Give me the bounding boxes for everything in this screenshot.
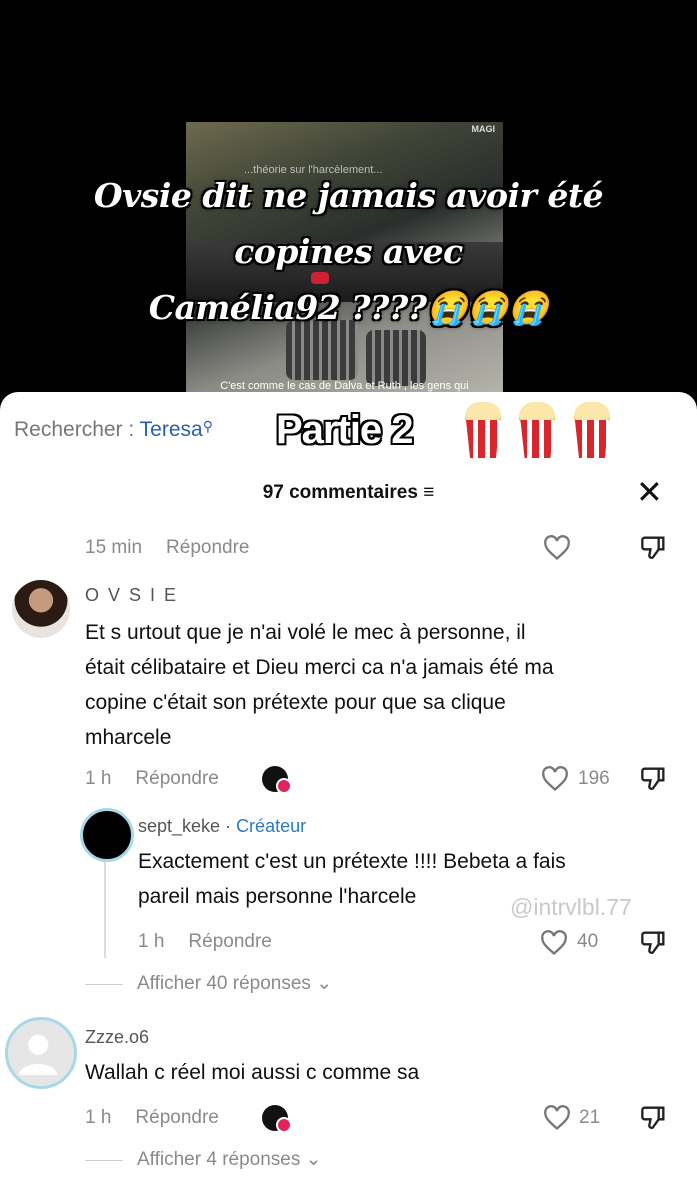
divider: [85, 1160, 123, 1161]
close-icon[interactable]: ✕: [636, 474, 663, 510]
dislike-icon[interactable]: [640, 928, 668, 956]
divider: [85, 984, 123, 985]
dislike-icon[interactable]: [640, 533, 668, 561]
comment-line: Exactement c'est un prétexte !!!! Bebeta…: [138, 850, 566, 873]
like-count: 40: [577, 931, 599, 952]
comment-meta: 1 h Répondre: [85, 768, 219, 790]
comment-line: Wallah c réel moi aussi c comme sa: [85, 1061, 420, 1084]
creator-badge: Créateur: [236, 816, 307, 836]
tiktok-watermark: @intrvlbl.77: [510, 894, 632, 920]
comment-text: Et s urtout que je n'ai volé le mec à pe…: [85, 615, 554, 755]
comment-line: mharcele: [85, 726, 172, 749]
popcorn-icon: [516, 402, 558, 458]
filter-icon[interactable]: ≡: [423, 482, 434, 503]
comment-line: était célibataire et Dieu merci ca n'a j…: [85, 656, 554, 679]
show-replies-button[interactable]: Afficher 4 réponses ⌄: [137, 1148, 322, 1171]
comment-time: 15 min: [85, 537, 143, 558]
comment-meta: 1 h Répondre: [138, 931, 272, 953]
default-avatar-icon: [19, 1034, 58, 1075]
dislike-icon[interactable]: [640, 764, 668, 792]
popcorn-icon: [571, 402, 613, 458]
avatar[interactable]: [12, 580, 70, 638]
show-replies-label: Afficher 40 réponses: [137, 973, 311, 994]
comment-meta: 15 min Répondre: [85, 537, 249, 559]
reply-text: Exactement c'est un prétexte !!!! Bebeta…: [138, 844, 566, 914]
reply-button[interactable]: Répondre: [135, 1107, 218, 1128]
video-subtitle: C'est comme le cas de Dalva et Ruth , le…: [220, 380, 469, 392]
search-query[interactable]: Teresa: [140, 418, 203, 441]
search-label: Rechercher :: [14, 418, 140, 441]
creator-liked-icon: [262, 1105, 292, 1133]
chevron-down-icon: ⌄: [305, 1149, 322, 1170]
comment-text: Wallah c réel moi aussi c comme sa: [85, 1055, 419, 1090]
comment-username[interactable]: Zzze.o6: [85, 1027, 149, 1048]
comment-time: 1 h: [85, 768, 112, 789]
dislike-icon[interactable]: [640, 1103, 668, 1131]
air-vent: [366, 330, 426, 386]
heart-icon[interactable]: [540, 930, 568, 956]
popcorn-emojis: [462, 402, 621, 463]
show-replies-button[interactable]: Afficher 40 réponses ⌄: [137, 972, 332, 995]
reply-button[interactable]: Répondre: [188, 931, 271, 952]
comment-time: 1 h: [138, 931, 165, 952]
headline-line: Ovsie dit ne jamais avoir été: [93, 176, 604, 215]
headline-line: copines avec: [234, 232, 463, 271]
reply-button[interactable]: Répondre: [166, 537, 249, 558]
reply-username-row: sept_keke · Créateur: [138, 816, 306, 837]
headline-line: Camélia92 ????😭😭😭: [148, 288, 549, 327]
comment-line: Et s urtout que je n'ai volé le mec à pe…: [85, 621, 526, 644]
heart-icon[interactable]: [543, 1105, 571, 1131]
overlay-title: Partie 2: [276, 408, 414, 452]
heart-icon[interactable]: [543, 535, 571, 561]
thread-line: [104, 862, 106, 958]
search-suggestion[interactable]: Rechercher : Teresa⚲: [14, 418, 213, 442]
comment-count[interactable]: 97 commentaires ≡: [0, 482, 697, 504]
chevron-down-icon: ⌄: [316, 973, 333, 994]
reply-button[interactable]: Répondre: [135, 768, 218, 789]
show-replies-label: Afficher 4 réponses: [137, 1149, 301, 1170]
like-count: 196: [578, 768, 610, 789]
comment-username[interactable]: O V S I E: [85, 585, 178, 606]
reply-username[interactable]: sept_keke: [138, 816, 220, 836]
search-icon[interactable]: ⚲: [203, 418, 213, 434]
comment-meta: 1 h Répondre: [85, 1107, 219, 1129]
comment-line: copine c'était son prétexte pour que sa …: [85, 691, 506, 714]
popcorn-icon: [462, 402, 504, 458]
comment-line: pareil mais personne l'harcele: [138, 885, 417, 908]
avatar[interactable]: [5, 1017, 77, 1089]
video-sign: MAGI: [471, 124, 496, 134]
creator-liked-icon: [262, 766, 292, 794]
like-count: 21: [579, 1107, 601, 1128]
separator: ·: [220, 816, 237, 836]
comment-count-label: 97 commentaires: [262, 482, 418, 503]
heart-icon[interactable]: [541, 766, 569, 792]
avatar[interactable]: [80, 808, 134, 862]
comment-time: 1 h: [85, 1107, 112, 1128]
video-headline: Ovsie dit ne jamais avoir été copines av…: [0, 168, 697, 336]
